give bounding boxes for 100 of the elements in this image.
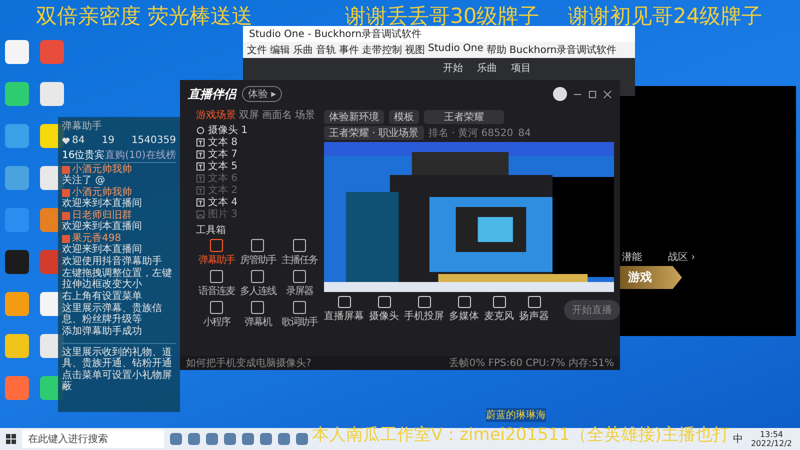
source-button[interactable]: 扬声器	[519, 296, 549, 323]
menu-item[interactable]: 音轨	[316, 43, 336, 57]
overlay-caption: 谢谢初见哥24级牌子	[568, 3, 763, 30]
level-badge	[62, 234, 70, 242]
tool-button[interactable]: 弹幕机	[237, 301, 279, 329]
tag[interactable]: 模板	[389, 110, 419, 124]
menu-item[interactable]: Buckhorn录音调试软件	[509, 43, 617, 57]
category-selector[interactable]: 王者荣耀 · 职业场景	[324, 126, 424, 140]
tool-button[interactable]: 弹幕助手	[196, 239, 238, 267]
source-button[interactable]: 麦克风	[484, 296, 514, 323]
menu-item[interactable]: 编辑	[270, 43, 290, 57]
chat-message: 关注了 @	[62, 175, 106, 186]
tool-button[interactable]: 语音连麦	[196, 270, 238, 298]
source-item[interactable]: 文本 5	[196, 160, 320, 172]
text-icon	[196, 150, 205, 158]
menu-item[interactable]: 走带控制	[362, 43, 402, 57]
app-logo: 直播伴侣	[188, 86, 236, 102]
taskbar-app-icon[interactable]	[260, 433, 272, 445]
chat-message: 欢迎来到本直播间	[62, 221, 142, 232]
game-link[interactable]: 战区 ›	[668, 250, 696, 264]
system-message: 右上角有设置菜单	[62, 291, 143, 302]
taskbar-app-icon[interactable]	[170, 433, 182, 445]
chat-tab[interactable]: 直购(10)	[105, 148, 146, 162]
user-name[interactable]: 小酒元帅我帅	[72, 187, 132, 198]
camera-icon	[196, 126, 205, 134]
version-badge[interactable]: 体验 ▸	[242, 86, 282, 102]
scene-tab[interactable]: 游戏场景	[196, 108, 236, 122]
heart-icon	[62, 136, 70, 144]
window-title: Studio One - Buckhorn录音调试软件	[249, 29, 422, 40]
tool-button[interactable]: 多人连线	[237, 270, 279, 298]
text-icon	[196, 198, 205, 206]
toolbar-button[interactable]: 乐曲	[477, 61, 497, 75]
toolbar-button[interactable]: 项目	[511, 61, 531, 75]
system-message: 添加弹幕助手成功	[62, 326, 143, 337]
taskbar-app-icon[interactable]	[206, 433, 218, 445]
level-badge	[62, 166, 70, 174]
windows-logo-icon[interactable]	[6, 434, 16, 444]
desktop-app-icon[interactable]	[40, 82, 64, 106]
source-button[interactable]: 多媒体	[449, 296, 479, 323]
tool-button[interactable]: 小程序	[196, 301, 238, 329]
system-message: 左键拖拽调整位置，左键拉伸边框改变大小	[62, 268, 173, 290]
desktop-app-icon[interactable]	[5, 250, 29, 274]
game-label: 潜能	[622, 250, 642, 264]
viewer-count: 19	[102, 135, 114, 146]
game-banner[interactable]: 游戏	[620, 266, 682, 289]
scene-tab[interactable]: 双屏	[239, 108, 259, 122]
system-message: 欢迎使用抖音弹幕助手	[62, 256, 163, 267]
source-button[interactable]: 摄像头	[369, 296, 399, 323]
menu-item[interactable]: 帮助	[486, 43, 506, 57]
text-icon	[196, 162, 205, 170]
source-item[interactable]: 文本 8	[196, 136, 320, 148]
menu-item[interactable]: 视图	[405, 43, 425, 57]
panel-title: 弹幕助手	[62, 121, 102, 132]
scene-tab[interactable]: 场景	[295, 108, 315, 122]
text-icon	[196, 174, 205, 182]
system-message: 点击菜单可设置小礼物屏蔽	[62, 370, 173, 392]
toolbar-button[interactable]: 开始	[443, 61, 463, 75]
system-message: 这里展示弹幕、贵族信息、粉丝牌升级等	[62, 303, 163, 325]
chat-tab[interactable]: 在线榜	[146, 148, 176, 162]
score-count: 1540359	[131, 135, 176, 146]
input-method-indicator[interactable]: 中	[732, 432, 743, 446]
source-button[interactable]: 手机投屏	[404, 296, 444, 323]
tool-button[interactable]: 录屏器	[278, 270, 320, 298]
user-name[interactable]: 日老师归旧群	[72, 210, 132, 221]
taskbar-app-icon[interactable]	[224, 433, 236, 445]
game-selector[interactable]: 王者荣耀	[424, 110, 504, 124]
status-text: 丢帧0% FPS:60 CPU:7% 内存:51%	[449, 356, 614, 370]
source-item[interactable]: 摄像头 1	[196, 124, 320, 136]
source-button[interactable]: 直播屏幕	[324, 296, 364, 323]
tool-button[interactable]: 主播任务	[278, 239, 320, 267]
tool-button[interactable]: 歌词助手	[278, 301, 320, 329]
tool-button[interactable]: 房管助手	[237, 239, 279, 267]
maximize-icon[interactable]	[588, 90, 597, 98]
source-item[interactable]: 文本 7	[196, 148, 320, 160]
chat-tab[interactable]: 16位贵宾	[62, 148, 105, 162]
taskbar-app-icon[interactable]	[242, 433, 254, 445]
clock-date: 2022/12/2	[750, 439, 792, 448]
menu-item[interactable]: Studio One	[428, 43, 484, 57]
rank-text: 排名 · 黄河 68520	[428, 126, 514, 140]
menu-item[interactable]: 乐曲	[293, 43, 313, 57]
search-field[interactable]: 在此键入进行搜索	[22, 430, 164, 448]
overlay-caption: 本人南瓜工作室V：zimei201511（全英雄接)主播也打	[312, 424, 730, 446]
taskbar-app-icon[interactable]	[188, 433, 200, 445]
tag[interactable]: 体验新环境	[324, 110, 384, 124]
user-name[interactable]: 果元香498	[72, 233, 122, 244]
text-icon	[196, 186, 205, 194]
user-name[interactable]: 小酒元帅我帅	[72, 164, 132, 175]
menu-item[interactable]: 事件	[339, 43, 359, 57]
scene-tab[interactable]: 画面名	[262, 108, 292, 122]
level-badge	[62, 212, 70, 220]
close-icon[interactable]	[603, 90, 612, 98]
clock-time: 13:54	[760, 430, 784, 439]
taskbar-app-icon[interactable]	[296, 433, 308, 445]
source-item[interactable]: 文本 4	[196, 196, 320, 208]
help-link[interactable]: 如何把手机变成电脑摄像头?	[186, 356, 312, 370]
taskbar-app-icon[interactable]	[278, 433, 290, 445]
system-message: 这里展示收到的礼物、道具、贵族开通、钻粉开通	[62, 347, 173, 369]
avatar-icon[interactable]	[553, 87, 567, 101]
menu-item[interactable]: 文件	[247, 43, 267, 57]
desktop-app-icon[interactable]	[5, 40, 29, 64]
